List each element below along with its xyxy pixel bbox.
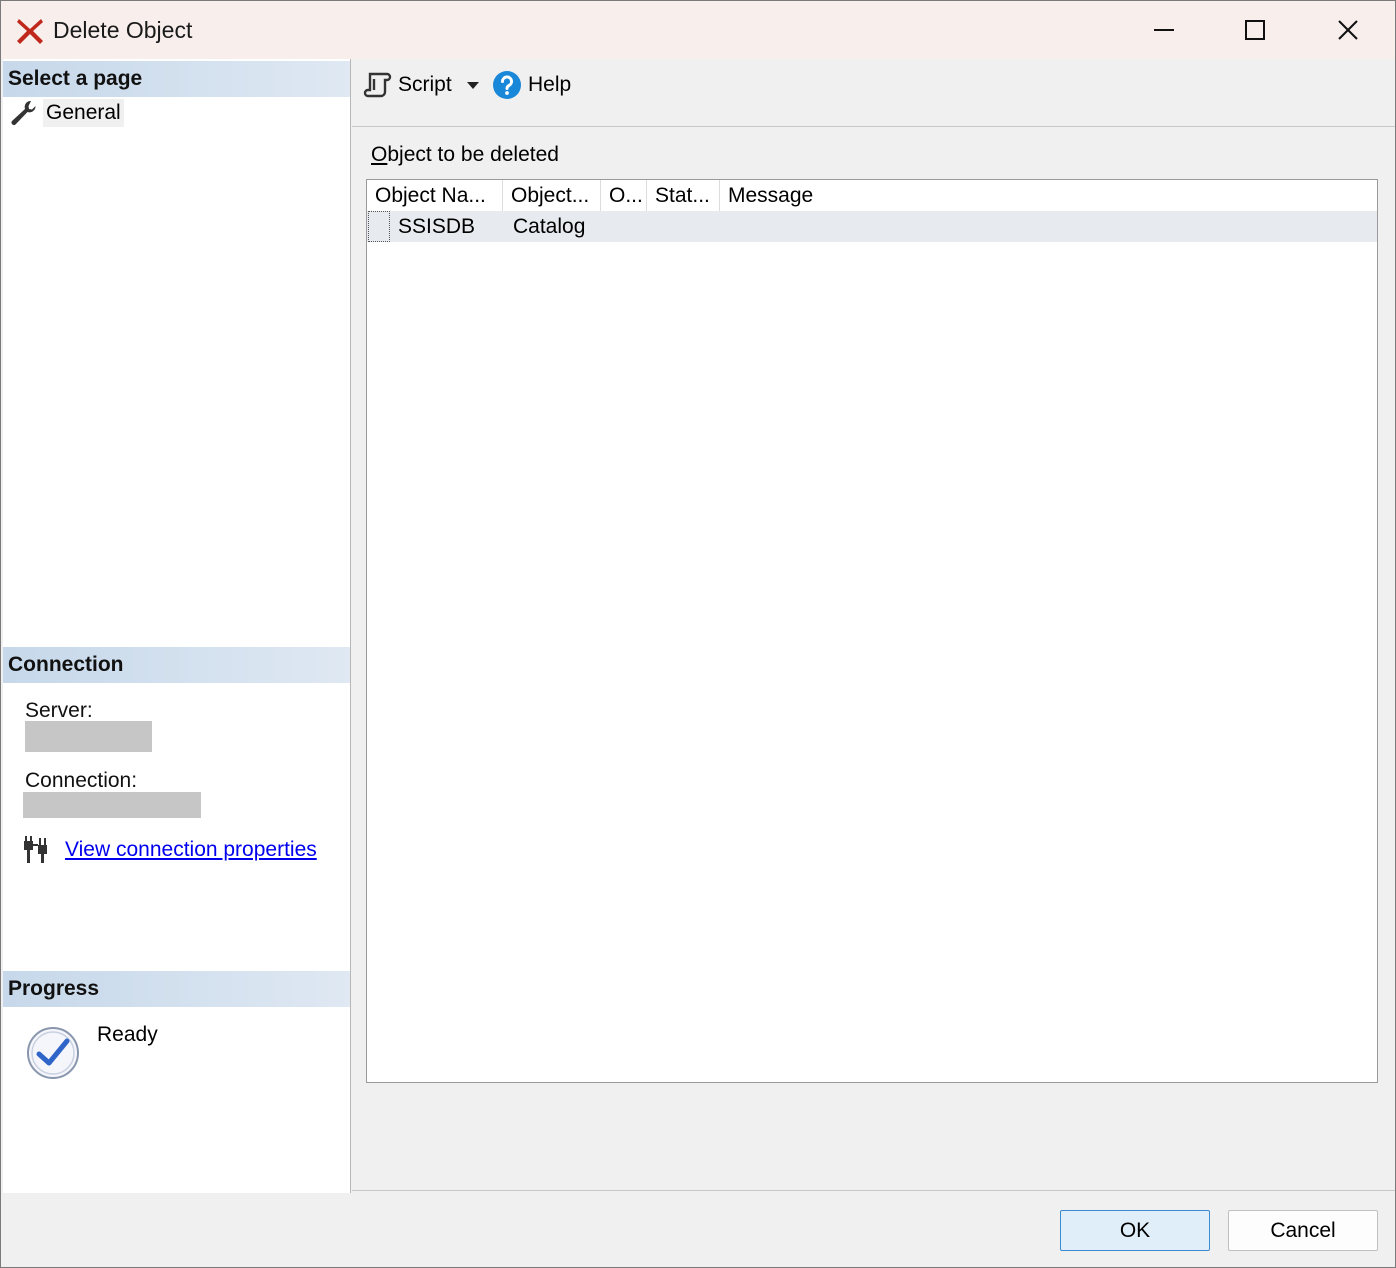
view-connection-properties-link[interactable]: View connection properties [65,838,317,862]
toolbar: Script Help [352,59,1395,127]
page-item-label: General [43,99,124,127]
accelerator-key: O [371,143,388,166]
ready-checkmark-icon [27,1027,79,1079]
view-connection-row: View connection properties [21,835,317,865]
cell-object-name: SSISDB [398,215,476,238]
cancel-button[interactable]: Cancel [1228,1210,1378,1251]
grid-header-row: Object Na... Object... O... Stat... Mess… [367,180,1377,211]
maximize-button[interactable] [1209,1,1301,59]
script-icon [363,72,392,98]
minimize-button[interactable] [1118,1,1210,59]
script-dropdown-button[interactable] [462,67,484,103]
script-button[interactable]: Script [362,67,452,103]
maximize-icon [1245,20,1265,40]
script-label: Script [398,73,452,96]
column-header-status[interactable]: Stat... [647,180,720,211]
minimize-icon [1154,29,1174,31]
wrench-icon [11,100,36,125]
connection-label: Connection: [25,769,138,792]
progress-header: Progress [3,971,350,1007]
page-item-general[interactable]: General [9,97,124,129]
row-selector[interactable] [368,211,390,242]
help-label: Help [528,73,572,96]
ok-button[interactable]: OK [1060,1210,1210,1251]
column-header-owner[interactable]: O... [601,180,647,211]
help-icon [493,71,521,99]
connection-header: Connection [3,647,350,683]
window-title: Delete Object [53,17,193,43]
column-header-message[interactable]: Message [720,180,1020,211]
select-page-header: Select a page [3,61,350,97]
connection-value-redacted [23,792,201,818]
title-bar[interactable]: Delete Object [1,1,1395,59]
content-pane: Script Help Object to be deleted Object … [352,59,1395,1191]
column-header-object-name[interactable]: Object Na... [367,180,503,211]
cell-owner [601,211,647,242]
caret-down-icon [467,82,479,89]
table-row[interactable]: SSISDB Catalog [367,211,1377,242]
progress-status: Ready [97,1023,158,1046]
left-navigation-pane: Select a page General Connection Server:… [3,59,351,1193]
label-text: bject to be deleted [387,143,559,166]
object-to-be-deleted-label: Object to be deleted [371,143,559,167]
connection-plug-icon [24,836,47,863]
delete-x-icon [17,19,43,44]
column-header-object-type[interactable]: Object... [503,180,601,211]
cell-message [720,211,1020,242]
delete-object-dialog: Delete Object Select a page General Conn… [0,0,1396,1268]
close-button[interactable] [1302,1,1394,59]
close-icon [1338,20,1358,40]
cell-status [647,211,720,242]
server-label: Server: [25,699,93,722]
help-button[interactable]: Help [492,67,571,103]
dialog-button-bar: OK Cancel [352,1190,1395,1267]
server-value-redacted [25,721,152,752]
objects-grid[interactable]: Object Na... Object... O... Stat... Mess… [366,179,1378,1083]
cell-object-type: Catalog [513,215,586,238]
